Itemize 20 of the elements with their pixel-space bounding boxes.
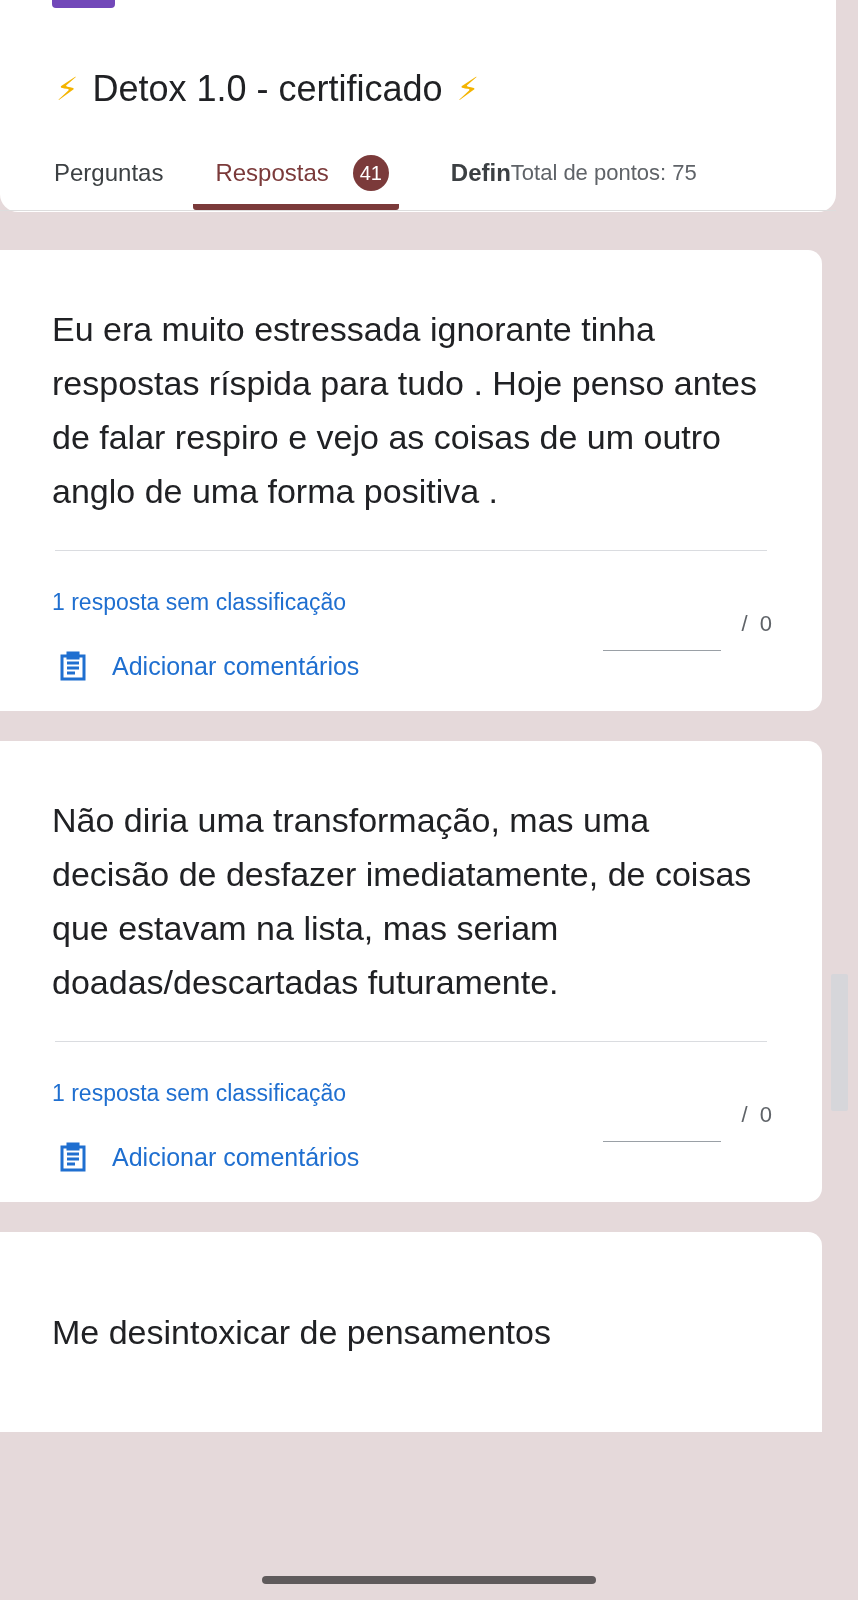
count-badge: 41 [352,155,389,191]
tab[interactable]: Perguntas [54,136,164,210]
add-comments-link[interactable]: Adicionar comentários [112,1142,360,1172]
max-score: / 0 [741,1102,772,1129]
tab[interactable]: Respostas 41 [193,136,399,210]
clipboard-icon [60,1142,86,1172]
answer-text: Me desintoxicar de pensamentos [52,1312,552,1353]
clipboard-icon [60,651,86,681]
lightning-icon: ⚡ [456,70,480,108]
form-title: Detox 1.0 - certificado [92,68,443,110]
accent-bar [52,0,115,8]
lightning-icon: ⚡ [56,70,79,108]
total-points: Total de pontos: 75 [510,160,697,186]
status-text: 1 resposta sem classificação [52,1080,346,1108]
answer-text: Não diria uma transformação, mas uma decisão de desfazer imediatamente, de coisas que estavam na lista, mas seriam doadas/descartadas futuramente. [52,800,753,1003]
max-score: / 0 [741,611,772,638]
answer-text: Eu era muito estressada ignorante tinha respostas ríspida para tudo . Hoje penso antes de falar respiro e vejo as coisas de um outro anglo de uma forma positiva . [52,309,758,512]
status-text: 1 resposta sem classificação [52,589,346,617]
add-comments-link[interactable]: Adicionar comentários [112,651,360,681]
tab[interactable]: Defin [450,136,511,210]
